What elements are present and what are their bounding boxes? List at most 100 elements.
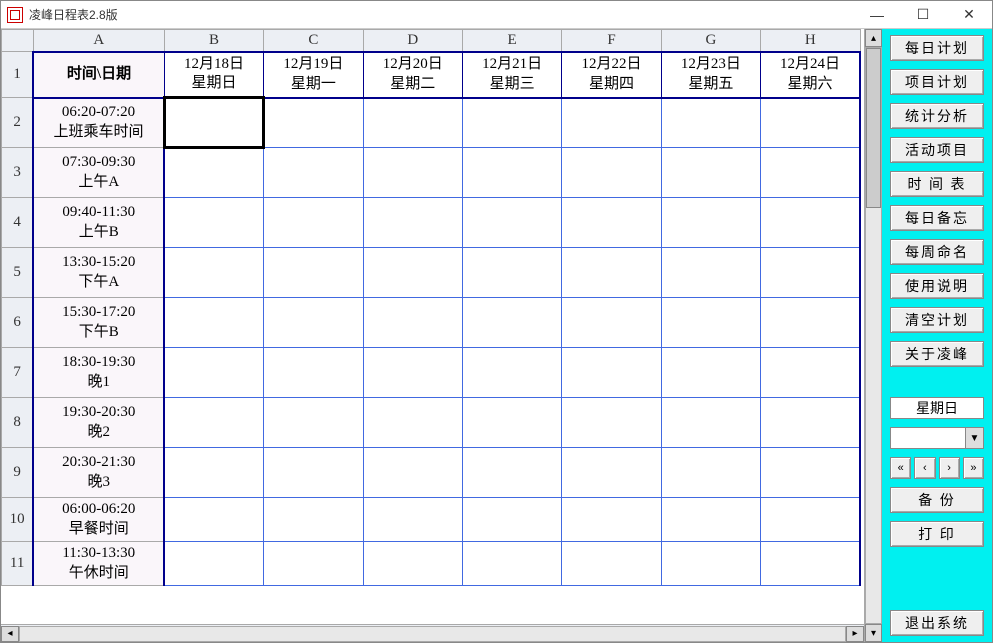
schedule-cell[interactable]: [264, 348, 363, 398]
nav-first-button[interactable]: «: [890, 457, 911, 479]
schedule-cell[interactable]: [562, 98, 661, 148]
schedule-cell[interactable]: [661, 542, 760, 586]
schedule-cell[interactable]: [661, 98, 760, 148]
time-slot-cell[interactable]: 19:30-20:30晚2: [33, 398, 164, 448]
schedule-cell[interactable]: [661, 348, 760, 398]
time-slot-cell[interactable]: 06:20-07:20上班乘车时间: [33, 98, 164, 148]
hscroll-right-icon[interactable]: ▸: [846, 626, 864, 642]
schedule-cell[interactable]: [363, 398, 462, 448]
schedule-cell[interactable]: [462, 298, 561, 348]
schedule-cell[interactable]: [761, 298, 860, 348]
date-header-2[interactable]: 12月20日星期二: [363, 52, 462, 98]
backup-button[interactable]: 备 份: [890, 487, 984, 513]
time-slot-cell[interactable]: 09:40-11:30上午B: [33, 198, 164, 248]
vscroll-down-icon[interactable]: ▾: [865, 624, 882, 642]
schedule-cell[interactable]: [164, 298, 263, 348]
schedule-cell[interactable]: [661, 298, 760, 348]
schedule-cell[interactable]: [562, 398, 661, 448]
time-slot-cell[interactable]: 18:30-19:30晚1: [33, 348, 164, 398]
schedule-cell[interactable]: [264, 148, 363, 198]
time-slot-cell[interactable]: 20:30-21:30晚3: [33, 448, 164, 498]
row-header-8[interactable]: 8: [2, 398, 34, 448]
schedule-cell[interactable]: [761, 498, 860, 542]
row-header-6[interactable]: 6: [2, 298, 34, 348]
schedule-cell[interactable]: [761, 148, 860, 198]
schedule-cell[interactable]: [661, 398, 760, 448]
nav-last-button[interactable]: »: [963, 457, 984, 479]
schedule-cell[interactable]: [562, 448, 661, 498]
row-header-2[interactable]: 2: [2, 98, 34, 148]
schedule-cell[interactable]: [164, 348, 263, 398]
side-button-7[interactable]: 使用说明: [890, 273, 984, 299]
row-header-9[interactable]: 9: [2, 448, 34, 498]
schedule-cell[interactable]: [363, 498, 462, 542]
schedule-cell[interactable]: [661, 148, 760, 198]
time-date-header[interactable]: 时间\日期: [33, 52, 164, 98]
col-header-E[interactable]: E: [462, 30, 561, 52]
horizontal-scrollbar[interactable]: ◂ ▸: [1, 624, 864, 642]
schedule-cell[interactable]: [661, 498, 760, 542]
side-button-8[interactable]: 清空计划: [890, 307, 984, 333]
time-slot-cell[interactable]: 15:30-17:20下午B: [33, 298, 164, 348]
schedule-cell[interactable]: [363, 198, 462, 248]
minimize-button[interactable]: —: [854, 1, 900, 28]
schedule-cell[interactable]: [363, 448, 462, 498]
side-button-3[interactable]: 活动项目: [890, 137, 984, 163]
schedule-cell[interactable]: [264, 298, 363, 348]
side-button-2[interactable]: 统计分析: [890, 103, 984, 129]
schedule-cell[interactable]: [562, 298, 661, 348]
time-slot-cell[interactable]: 07:30-09:30上午A: [33, 148, 164, 198]
schedule-cell[interactable]: [264, 198, 363, 248]
vscroll-track[interactable]: [865, 47, 882, 624]
exit-button[interactable]: 退出系统: [890, 610, 984, 636]
print-button[interactable]: 打 印: [890, 521, 984, 547]
col-header-G[interactable]: G: [661, 30, 760, 52]
schedule-cell[interactable]: [562, 148, 661, 198]
date-header-4[interactable]: 12月22日星期四: [562, 52, 661, 98]
time-slot-cell[interactable]: 11:30-13:30午休时间: [33, 542, 164, 586]
schedule-cell[interactable]: [761, 98, 860, 148]
date-header-3[interactable]: 12月21日星期三: [462, 52, 561, 98]
schedule-cell[interactable]: [661, 448, 760, 498]
schedule-cell[interactable]: [462, 148, 561, 198]
schedule-cell[interactable]: [761, 542, 860, 586]
col-header-C[interactable]: C: [264, 30, 363, 52]
row-header-3[interactable]: 3: [2, 148, 34, 198]
schedule-cell[interactable]: [264, 398, 363, 448]
schedule-cell[interactable]: [562, 498, 661, 542]
time-slot-cell[interactable]: 06:00-06:20早餐时间: [33, 498, 164, 542]
schedule-cell[interactable]: [462, 542, 561, 586]
row-header-11[interactable]: 11: [2, 542, 34, 586]
nav-next-button[interactable]: ›: [939, 457, 960, 479]
schedule-cell[interactable]: [264, 498, 363, 542]
vscroll-thumb[interactable]: [866, 48, 881, 208]
side-button-5[interactable]: 每日备忘: [890, 205, 984, 231]
schedule-cell[interactable]: [661, 248, 760, 298]
side-button-9[interactable]: 关于凌峰: [890, 341, 984, 367]
schedule-cell[interactable]: [164, 198, 263, 248]
col-header-D[interactable]: D: [363, 30, 462, 52]
schedule-cell[interactable]: [363, 148, 462, 198]
vertical-scrollbar[interactable]: ▴ ▾: [864, 29, 882, 642]
schedule-cell[interactable]: [761, 248, 860, 298]
schedule-cell[interactable]: [562, 542, 661, 586]
schedule-cell[interactable]: [363, 542, 462, 586]
time-slot-cell[interactable]: 13:30-15:20下午A: [33, 248, 164, 298]
side-button-4[interactable]: 时 间 表: [890, 171, 984, 197]
schedule-cell[interactable]: [264, 248, 363, 298]
schedule-cell[interactable]: [462, 248, 561, 298]
schedule-cell[interactable]: [363, 348, 462, 398]
schedule-cell[interactable]: [761, 348, 860, 398]
schedule-cell[interactable]: [164, 542, 263, 586]
schedule-cell[interactable]: [462, 398, 561, 448]
side-button-0[interactable]: 每日计划: [890, 35, 984, 61]
date-header-1[interactable]: 12月19日星期一: [264, 52, 363, 98]
schedule-cell[interactable]: [264, 542, 363, 586]
schedule-cell[interactable]: [264, 98, 363, 148]
schedule-cell[interactable]: [562, 248, 661, 298]
schedule-cell[interactable]: [363, 248, 462, 298]
schedule-cell[interactable]: [264, 448, 363, 498]
weekday-combo[interactable]: ▼: [890, 427, 984, 449]
schedule-cell[interactable]: [164, 98, 263, 148]
schedule-cell[interactable]: [462, 448, 561, 498]
